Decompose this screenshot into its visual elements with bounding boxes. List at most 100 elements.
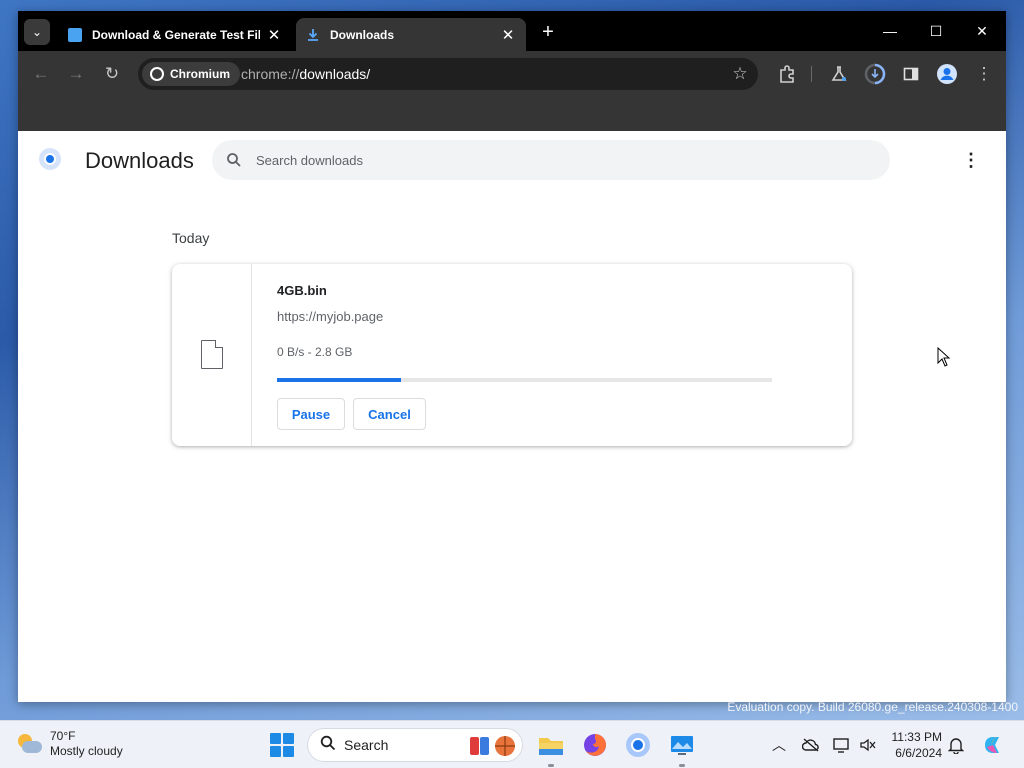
display-tray-button[interactable] — [832, 735, 852, 755]
downloads-search[interactable] — [212, 140, 890, 180]
profile-button[interactable] — [934, 61, 960, 87]
cancel-button[interactable]: Cancel — [353, 398, 426, 430]
firefox-icon — [584, 734, 606, 756]
chromium-icon — [626, 733, 650, 757]
page-title: Downloads — [85, 148, 194, 173]
arrow-left-icon: ← — [32, 64, 50, 83]
weather-desc: Mostly cloudy — [50, 744, 123, 758]
bookmark-star-icon[interactable]: ☆ — [728, 62, 752, 86]
file-icon-column — [172, 264, 252, 446]
minimize-button[interactable]: — — [867, 18, 913, 44]
flask-icon — [831, 66, 847, 81]
taskbar-clock[interactable]: 11:33 PM 6/6/2024 — [886, 729, 942, 761]
site-info-chip[interactable]: Chromium — [142, 62, 240, 86]
source-url[interactable]: https://myjob.page — [277, 309, 383, 324]
search-highlight-icon — [470, 736, 515, 756]
download-icon — [306, 28, 320, 42]
downloads-header: Downloads ⋮ — [18, 131, 1006, 189]
browser-toolbar: ← → ↻ Chromium chrome://downloads/ ☆ ⋮ — [18, 51, 1006, 97]
chevron-up-icon: ︿ — [772, 737, 786, 753]
mouse-cursor-icon — [937, 347, 951, 367]
close-icon[interactable]: ✕ — [266, 26, 282, 44]
close-icon[interactable]: ✕ — [500, 26, 516, 44]
windows-logo-icon — [270, 733, 281, 744]
search-icon — [224, 150, 244, 170]
file-icon — [201, 340, 223, 369]
search-label: Search — [344, 737, 389, 753]
desktop-icon-strip — [0, 0, 20, 720]
side-panel-button[interactable] — [898, 61, 924, 87]
file-name[interactable]: 4GB.bin — [277, 283, 327, 298]
tab-download-generate[interactable]: Download & Generate Test File ✕ — [58, 18, 292, 51]
monitor-app[interactable] — [668, 731, 696, 767]
cloud-offline-icon — [802, 738, 819, 752]
chip-label: Chromium — [170, 67, 230, 81]
volume-tray-button[interactable] — [858, 735, 878, 755]
labs-button[interactable] — [826, 61, 852, 87]
clock-date: 6/6/2024 — [895, 746, 942, 760]
partly-cloudy-icon — [16, 734, 42, 754]
monitor-icon — [671, 736, 693, 755]
kebab-menu-icon: ⋮ — [975, 64, 993, 83]
start-button[interactable] — [270, 733, 294, 757]
search-icon — [320, 735, 336, 755]
download-status: 0 B/s - 2.8 GB — [277, 345, 353, 359]
page-icon — [68, 27, 82, 42]
copilot-button[interactable] — [981, 733, 1005, 757]
back-button[interactable]: ← — [28, 61, 54, 87]
close-window-button[interactable]: ✕ — [959, 18, 1005, 44]
taskbar: 70°F Mostly cloudy Search ︿ 11:33 PM 6/6… — [0, 720, 1024, 768]
reload-icon: ↻ — [104, 64, 120, 83]
toolbar-divider — [811, 66, 812, 82]
clock-time: 11:33 PM — [891, 730, 942, 744]
taskbar-search[interactable]: Search — [307, 728, 523, 762]
chromium-logo-icon — [39, 148, 61, 170]
extensions-button[interactable] — [774, 61, 800, 87]
weather-widget[interactable]: 70°F Mostly cloudy — [16, 729, 123, 759]
chromium-app[interactable] — [624, 731, 652, 759]
more-actions-button[interactable]: ⋮ — [959, 148, 983, 172]
evaluation-watermark: Evaluation copy. Build 26080.ge_release.… — [727, 700, 1018, 714]
url-path: downloads/ — [299, 66, 371, 82]
date-section-label: Today — [172, 230, 210, 246]
url-text[interactable]: chrome://downloads/ — [241, 66, 370, 82]
tab-downloads[interactable]: Downloads ✕ — [296, 18, 526, 51]
tab-search-button[interactable]: ⌄ — [24, 19, 50, 45]
file-explorer-app[interactable] — [537, 731, 565, 767]
tab-title: Download & Generate Test File — [92, 27, 260, 42]
url-scheme: chrome:// — [241, 66, 300, 82]
network-tray-button[interactable] — [801, 735, 821, 755]
pause-button[interactable]: Pause — [277, 398, 345, 430]
address-bar[interactable]: Chromium chrome://downloads/ ☆ — [138, 58, 758, 90]
reload-button[interactable]: ↻ — [99, 61, 125, 87]
notifications-button[interactable] — [946, 735, 966, 755]
maximize-button[interactable]: ☐ — [913, 18, 959, 44]
tab-strip: ⌄ Download & Generate Test File ✕ Downlo… — [18, 11, 1006, 51]
downloads-toolbar-button[interactable] — [862, 61, 888, 87]
search-input[interactable] — [256, 150, 856, 170]
toolbar-spacer — [18, 97, 1006, 131]
arrow-right-icon: → — [67, 64, 85, 83]
copilot-icon — [985, 737, 999, 753]
display-icon — [833, 738, 849, 753]
chevron-down-icon: ⌄ — [31, 25, 43, 39]
new-tab-button[interactable]: + — [536, 20, 560, 44]
progress-fill — [277, 378, 401, 382]
browser-window: ⌄ Download & Generate Test File ✕ Downlo… — [18, 11, 1006, 702]
firefox-app[interactable] — [581, 731, 609, 759]
puzzle-icon — [780, 65, 794, 83]
bell-icon — [948, 738, 964, 754]
downloads-page: Downloads ⋮ Today 4GB.bin https://myjob.… — [18, 131, 1006, 702]
weather-temp: 70°F — [50, 729, 76, 743]
tab-title: Downloads — [330, 27, 395, 42]
speaker-muted-icon — [860, 738, 876, 752]
kebab-menu-icon: ⋮ — [962, 149, 980, 170]
forward-button[interactable]: → — [63, 61, 89, 87]
folder-icon — [539, 738, 563, 755]
download-item: 4GB.bin https://myjob.page 0 B/s - 2.8 G… — [172, 264, 852, 446]
download-progress-icon — [864, 63, 886, 85]
download-progress-bar — [277, 378, 772, 382]
show-hidden-icons-button[interactable]: ︿ — [769, 735, 789, 755]
chromium-icon — [150, 67, 164, 81]
browser-menu-button[interactable]: ⋮ — [971, 61, 997, 87]
